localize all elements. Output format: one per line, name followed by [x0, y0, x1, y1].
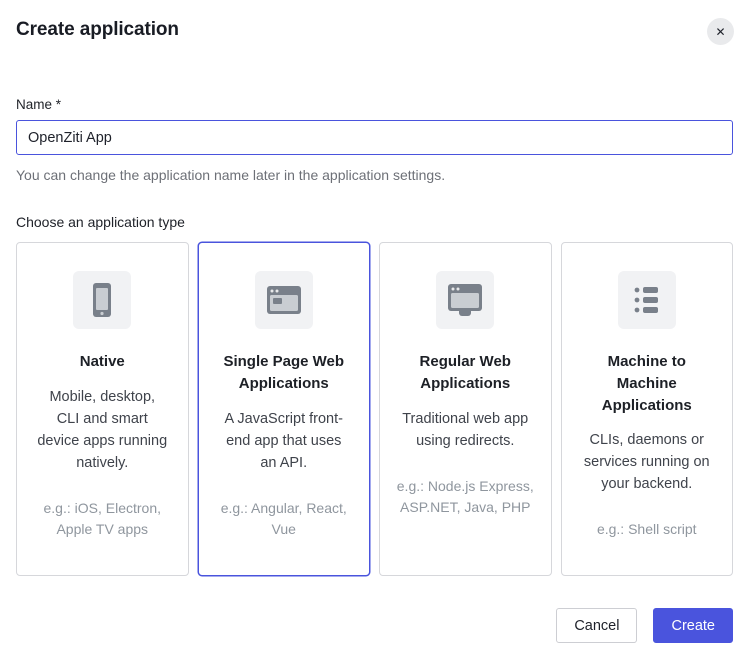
card-title: Native — [41, 351, 163, 373]
card-description: Mobile, desktop, CLI and smart device ap… — [36, 386, 168, 474]
card-example: e.g.: Shell script — [576, 519, 718, 540]
page-title: Create application — [16, 19, 733, 41]
card-description: CLIs, daemons or services running on you… — [581, 429, 713, 495]
card-title: Machine to Machine Applications — [586, 351, 708, 416]
create-application-dialog: Create application ✕ Name * You can chan… — [0, 0, 749, 670]
create-button[interactable]: Create — [653, 608, 733, 643]
card-description: A JavaScript front-end app that uses an … — [218, 408, 350, 474]
application-type-cards: Native Mobile, desktop, CLI and smart de… — [16, 242, 733, 576]
dialog-footer: Cancel Create — [16, 608, 733, 643]
card-description: Traditional web app using redirects. — [399, 408, 531, 452]
card-example: e.g.: Angular, React, Vue — [213, 498, 355, 540]
close-icon: ✕ — [715, 26, 725, 38]
close-button[interactable]: ✕ — [707, 18, 734, 45]
card-title: Regular Web Applications — [404, 351, 526, 395]
card-example: e.g.: iOS, Electron, Apple TV apps — [31, 498, 173, 540]
native-phone-icon — [73, 271, 131, 329]
name-helper-text: You can change the application name late… — [16, 167, 733, 183]
app-type-card-m2m[interactable]: Machine to Machine Applications CLIs, da… — [561, 242, 734, 576]
application-type-label: Choose an application type — [16, 214, 733, 230]
cancel-button[interactable]: Cancel — [556, 608, 637, 643]
card-title: Single Page Web Applications — [223, 351, 345, 395]
card-example: e.g.: Node.js Express, ASP.NET, Java, PH… — [394, 476, 536, 518]
spa-browser-icon — [255, 271, 313, 329]
machine-to-machine-list-icon — [618, 271, 676, 329]
application-name-input[interactable] — [16, 120, 733, 155]
name-label: Name * — [16, 97, 733, 112]
app-type-card-regular-web[interactable]: Regular Web Applications Traditional web… — [379, 242, 552, 576]
regular-web-server-icon — [436, 271, 494, 329]
app-type-card-spa[interactable]: Single Page Web Applications A JavaScrip… — [198, 242, 371, 576]
app-type-card-native[interactable]: Native Mobile, desktop, CLI and smart de… — [16, 242, 189, 576]
